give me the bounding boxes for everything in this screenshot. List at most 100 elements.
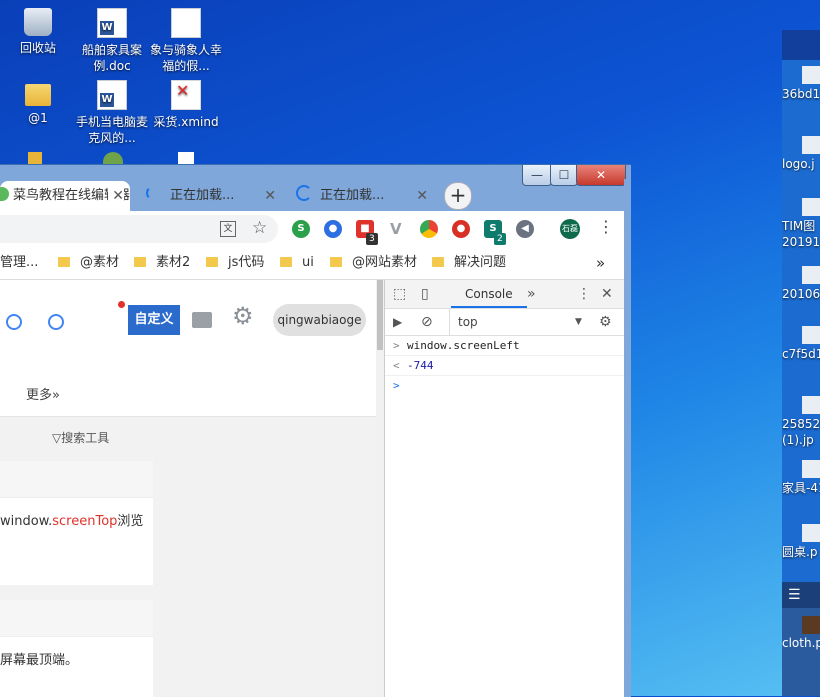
- context-select[interactable]: top: [449, 309, 586, 335]
- search-icon[interactable]: [6, 314, 22, 330]
- device-toolbar-icon[interactable]: ▯: [421, 280, 429, 308]
- clear-console-icon[interactable]: ⊘: [421, 309, 433, 335]
- close-devtools-icon[interactable]: ✕: [601, 280, 613, 308]
- side-file-item[interactable]: 201061: [782, 266, 820, 302]
- tab-loading[interactable]: 正在加载... ✕: [134, 181, 282, 211]
- chrome-dev-icon[interactable]: ●: [324, 220, 342, 238]
- bookmark-folder[interactable]: @网站素材: [330, 247, 417, 279]
- search-icon[interactable]: [48, 314, 64, 330]
- tab-console[interactable]: Console: [451, 280, 527, 308]
- tab-title: 正在加载...: [320, 188, 385, 203]
- side-file-item[interactable]: c7f5d1: [782, 326, 820, 362]
- tab-strip: 菜鸟教程在线编辑器 ✕ 正在加载... ✕ 正在加载... ✕ +: [0, 179, 624, 211]
- desktop-icon-label: @1: [28, 111, 48, 125]
- loading-spinner-icon: [296, 185, 312, 201]
- xmind-icon: [171, 80, 201, 110]
- document-icon: [178, 152, 194, 164]
- side-file-label[interactable]: cloth.p: [782, 636, 820, 650]
- side-file-item[interactable]: TIM图 201910: [782, 198, 820, 250]
- desktop-icon-xmind[interactable]: 采货.xmind: [148, 80, 224, 130]
- message-icon[interactable]: [192, 312, 212, 328]
- profile-avatar[interactable]: 石磊: [560, 219, 580, 239]
- bookmark-folder[interactable]: 素材2: [134, 247, 190, 279]
- badge-count: 3: [366, 233, 378, 245]
- card-header: [0, 461, 153, 498]
- search-tools-link[interactable]: ▽搜索工具: [52, 429, 109, 446]
- folder-icon: [206, 257, 218, 267]
- bookmark-folder[interactable]: ui: [280, 247, 314, 279]
- tab-runoob[interactable]: 菜鸟教程在线编辑器 ✕: [0, 181, 130, 211]
- side-file-item[interactable]: 圆桌.p: [782, 524, 820, 560]
- bookmark-star-icon[interactable]: ☆: [252, 218, 267, 238]
- file-thumbnail-icon: [802, 198, 820, 216]
- document-icon: [171, 8, 201, 38]
- bookmark-item[interactable]: 管理...: [0, 247, 38, 279]
- gear-icon[interactable]: ⚙: [232, 304, 254, 328]
- tab-loading-2[interactable]: 正在加载... ✕: [286, 181, 434, 211]
- file-thumbnail-icon: [802, 460, 820, 478]
- folder-icon: [432, 257, 444, 267]
- bookmarks-bar: 管理... @素材 素材2 js代码 ui @网站素材 解决问题 »: [0, 247, 624, 280]
- close-tab-icon[interactable]: ✕: [108, 181, 124, 211]
- badge-count: 2: [494, 233, 506, 245]
- bookmark-folder[interactable]: 解决问题: [432, 247, 506, 279]
- s-icon[interactable]: S: [292, 220, 310, 238]
- scrollbar-thumb[interactable]: [377, 280, 383, 350]
- console-input-line: > window.screenLeft: [385, 336, 625, 356]
- devtools-menu-icon[interactable]: ⋮: [577, 280, 591, 308]
- window-frame: [624, 179, 631, 697]
- file-thumbnail-icon: [802, 326, 820, 344]
- translate-icon[interactable]: 文: [220, 221, 236, 237]
- recycle-bin-icon: [24, 8, 52, 36]
- page-scrollbar[interactable]: [376, 280, 384, 697]
- desktop-icon-folder[interactable]: @1: [0, 80, 76, 126]
- chevron-down-icon: ▼: [575, 317, 582, 327]
- folder-icon: [134, 257, 146, 267]
- side-file-item[interactable]: logo.j: [782, 136, 820, 172]
- close-tab-icon[interactable]: ✕: [416, 181, 428, 211]
- side-file-item[interactable]: 家具-41: [782, 460, 820, 496]
- bookmark-folder[interactable]: @素材: [58, 247, 119, 279]
- result-card: 屏幕最顶端。: [0, 600, 153, 697]
- adblock-icon[interactable]: ●: [452, 220, 470, 238]
- console-toolbar: ▶ ⊘ top ▼ ⚙: [385, 309, 625, 336]
- vue-icon[interactable]: V: [390, 220, 402, 238]
- more-tabs-button[interactable]: »: [527, 280, 536, 308]
- sidebar-toggle-icon[interactable]: ▶: [393, 309, 402, 335]
- menu-kebab-icon[interactable]: ⋮: [598, 217, 614, 236]
- bookmarks-overflow-button[interactable]: »: [596, 247, 605, 279]
- inspect-element-icon[interactable]: ⬚: [393, 280, 406, 308]
- address-bar[interactable]: 文 ☆: [0, 215, 278, 243]
- side-file-item[interactable]: 25852f (1).jp: [782, 396, 820, 448]
- vscode-icon[interactable]: ◀: [516, 220, 534, 238]
- desktop-icon-recycle-bin[interactable]: 回收站: [0, 8, 76, 56]
- side-window-header: [782, 30, 820, 60]
- word-document-icon: [97, 80, 127, 110]
- desktop-icon-document[interactable]: 象与骑象人幸福的假...: [148, 8, 224, 74]
- close-tab-icon[interactable]: ✕: [264, 181, 276, 211]
- runoob-favicon-icon: [0, 187, 9, 201]
- card-header: [0, 600, 153, 637]
- folder-icon: [280, 257, 292, 267]
- desktop-icon-word-doc[interactable]: 船舶家具案例.doc: [74, 8, 150, 74]
- file-thumbnail-icon: [802, 266, 820, 284]
- desktop-icon-label: 象与骑象人幸福的假...: [149, 43, 222, 73]
- desktop-icon-label: 回收站: [19, 41, 56, 55]
- user-pill[interactable]: qingwabiaoge: [273, 304, 366, 336]
- customize-button[interactable]: 自定义: [128, 305, 180, 335]
- chrome-icon[interactable]: [420, 220, 438, 238]
- bookmark-folder[interactable]: js代码: [206, 247, 264, 279]
- file-thumbnail-icon: [802, 136, 820, 154]
- result-snippet: window.screenTop浏览: [0, 514, 144, 529]
- devtools-tabbar: ⬚ ▯ Console » ⋮ ✕: [385, 280, 625, 309]
- hamburger-menu-icon[interactable]: ☰: [782, 582, 820, 608]
- new-tab-button[interactable]: +: [444, 182, 472, 210]
- toolbar: 文 ☆ S ● ■ 3 V ● S 2 ◀ 石磊 ⋮: [0, 211, 624, 247]
- devtools-panel: ⬚ ▯ Console » ⋮ ✕ ▶ ⊘ top ▼ ⚙ > window.sc…: [384, 280, 625, 697]
- more-link[interactable]: 更多»: [26, 384, 60, 403]
- notification-dot: [118, 301, 125, 308]
- console-settings-icon[interactable]: ⚙: [599, 309, 612, 335]
- page-content: 自定义 ⚙ qingwabiaoge 更多» ▽搜索工具 window.scre…: [0, 280, 376, 697]
- desktop-icon-word-doc-2[interactable]: 手机当电脑麦克风的...: [74, 80, 150, 146]
- side-file-item[interactable]: 36bd1f: [782, 66, 820, 102]
